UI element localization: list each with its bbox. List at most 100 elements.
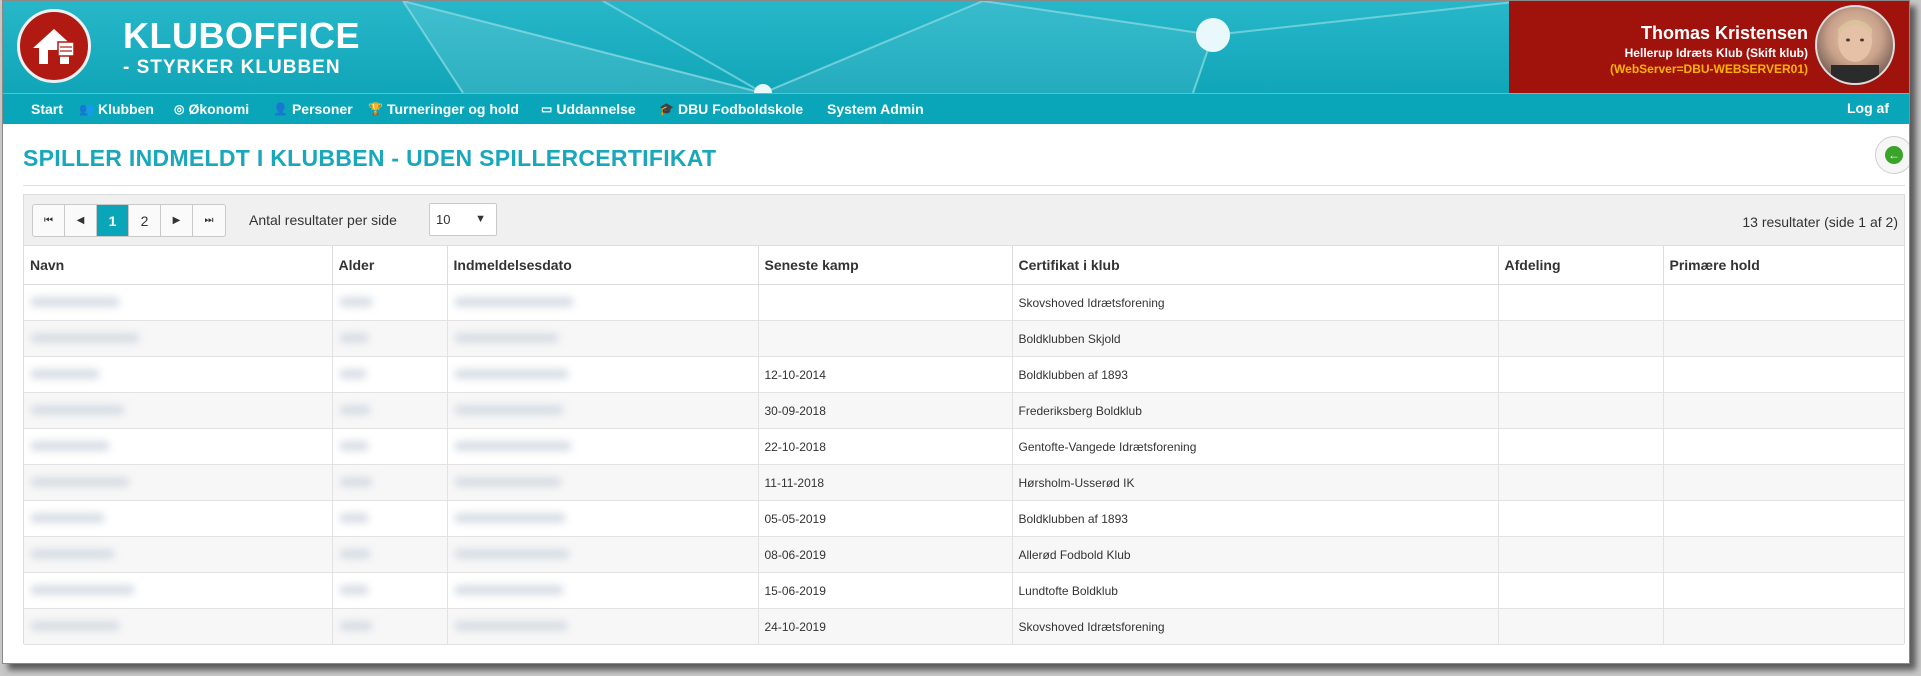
table-row[interactable]: 15-06-2019 Lundtofte Boldklub: [24, 572, 1904, 609]
cell-alder: [332, 500, 448, 537]
redacted-text: [30, 476, 130, 487]
cell-indmeldelsesdato: [447, 608, 759, 645]
redacted-text: [30, 512, 105, 523]
cell-alder: [332, 464, 448, 501]
cell-navn: [24, 284, 333, 321]
trophy-icon: 🏆: [368, 102, 383, 116]
nav-oekonomi[interactable]: ◎ Økonomi: [174, 101, 249, 117]
cell-alder: [332, 284, 448, 321]
redacted-text: [338, 584, 369, 595]
column-header-certifikat[interactable]: Certifikat i klub: [1012, 246, 1499, 285]
cell-alder: [332, 536, 448, 573]
cell-seneste-kamp: 11-11-2018: [758, 464, 1013, 501]
brand: KLUBOFFICE - STYRKER KLUBBEN: [123, 17, 360, 79]
cell-navn: [24, 608, 333, 645]
cell-alder: [332, 572, 448, 609]
cell-navn: [24, 356, 333, 393]
caret-down-icon: ▼: [475, 213, 486, 225]
page-button-2[interactable]: 2: [129, 205, 161, 236]
person-icon: 👤: [273, 102, 288, 116]
per-page-select[interactable]: 10 ▼: [429, 203, 497, 236]
logoff-link[interactable]: Log af: [1847, 100, 1889, 116]
table-row[interactable]: Boldklubben Skjold: [24, 320, 1904, 357]
home-logo-icon[interactable]: [17, 9, 91, 83]
cell-primaere-hold: [1663, 536, 1904, 573]
cell-primaere-hold: [1663, 320, 1904, 357]
cell-indmeldelsesdato: [447, 464, 759, 501]
cell-navn: [24, 320, 333, 357]
table-row[interactable]: 30-09-2018 Frederiksberg Boldklub: [24, 392, 1904, 429]
cell-primaere-hold: [1663, 428, 1904, 465]
cell-certifikat: Boldklubben Skjold: [1012, 320, 1499, 357]
nav-uddannelse-label: Uddannelse: [556, 101, 636, 117]
table-row[interactable]: 22-10-2018 Gentofte-Vangede Idrætsforenin…: [24, 428, 1904, 465]
cell-indmeldelsesdato: [447, 284, 759, 321]
nav-personer[interactable]: 👤 Personer: [273, 101, 353, 117]
first-page-button[interactable]: ⏮: [33, 205, 65, 236]
presentation-icon: ▭: [541, 102, 553, 116]
cell-primaere-hold: [1663, 572, 1904, 609]
table-row[interactable]: 24-10-2019 Skovshoved Idrætsforening: [24, 608, 1904, 645]
grid-toolbar: ⏮ ◀ 1 2 ▶ ⏭ Antal resultater per side 10…: [24, 195, 1904, 246]
redacted-text: [338, 476, 373, 487]
column-header-navn[interactable]: Navn: [24, 246, 333, 285]
back-button[interactable]: ←: [1875, 136, 1909, 174]
last-page-button[interactable]: ⏭: [193, 205, 225, 236]
cell-alder: [332, 320, 448, 357]
nav-start[interactable]: Start: [31, 101, 63, 117]
column-header-primaere-hold[interactable]: Primære hold: [1663, 246, 1904, 285]
cell-seneste-kamp: 05-05-2019: [758, 500, 1013, 537]
cell-indmeldelsesdato: [447, 572, 759, 609]
cell-certifikat: Hørsholm-Usserød IK: [1012, 464, 1499, 501]
page-button-1[interactable]: 1: [97, 205, 129, 236]
nav-turneringer[interactable]: 🏆 Turneringer og hold: [368, 101, 519, 117]
cell-navn: [24, 572, 333, 609]
header: KLUBOFFICE - STYRKER KLUBBEN Thomas Kris…: [3, 1, 1909, 93]
cell-navn: [24, 464, 333, 501]
column-header-indmeldelsesdato[interactable]: Indmeldelsesdato: [447, 246, 759, 285]
cell-afdeling: [1498, 608, 1664, 645]
prev-page-icon: ◀: [76, 215, 85, 226]
table-row[interactable]: 12-10-2014 Boldklubben af 1893: [24, 356, 1904, 393]
nav-system-admin[interactable]: System Admin: [827, 101, 924, 117]
redacted-text: [30, 548, 115, 559]
nav-dbu-fodboldskole[interactable]: 🎓 DBU Fodboldskole: [659, 101, 803, 117]
nav-klubben-label: Klubben: [97, 101, 154, 117]
column-header-afdeling[interactable]: Afdeling: [1498, 246, 1664, 285]
redacted-text: [338, 296, 373, 307]
server-info: (WebServer=DBU-WEBSERVER01): [1610, 62, 1808, 76]
cell-afdeling: [1498, 284, 1664, 321]
table-row[interactable]: Skovshoved Idrætsforening: [24, 284, 1904, 321]
cell-afdeling: [1498, 536, 1664, 573]
avatar[interactable]: [1815, 5, 1895, 85]
redacted-text: [453, 332, 559, 343]
redacted-text: [30, 584, 135, 595]
redacted-text: [30, 440, 110, 451]
per-page-label: Antal resultater per side: [249, 212, 397, 228]
column-header-alder[interactable]: Alder: [332, 246, 448, 285]
prev-page-button[interactable]: ◀: [65, 205, 97, 236]
last-page-icon: ⏭: [204, 215, 214, 226]
cell-navn: [24, 392, 333, 429]
redacted-text: [338, 404, 371, 415]
nav-turneringer-label: Turneringer og hold: [386, 101, 519, 117]
cell-primaere-hold: [1663, 284, 1904, 321]
redacted-text: [453, 440, 572, 451]
cell-afdeling: [1498, 320, 1664, 357]
nav-klubben[interactable]: 👥 Klubben: [79, 101, 154, 117]
table-row[interactable]: 05-05-2019 Boldklubben af 1893: [24, 500, 1904, 537]
redacted-text: [453, 296, 574, 307]
cell-indmeldelsesdato: [447, 428, 759, 465]
column-header-seneste-kamp[interactable]: Seneste kamp: [758, 246, 1013, 285]
next-page-button[interactable]: ▶: [161, 205, 193, 236]
redacted-text: [453, 476, 562, 487]
nav-uddannelse[interactable]: ▭ Uddannelse: [541, 101, 636, 117]
cell-certifikat: Allerød Fodbold Klub: [1012, 536, 1499, 573]
table-row[interactable]: 11-11-2018 Hørsholm-Usserød IK: [24, 464, 1904, 501]
switch-club-link[interactable]: Hellerup Idræts Klub (Skift klub): [1625, 46, 1808, 60]
cell-afdeling: [1498, 392, 1664, 429]
cell-navn: [24, 428, 333, 465]
table-row[interactable]: 08-06-2019 Allerød Fodbold Klub: [24, 536, 1904, 573]
redacted-text: [338, 368, 367, 379]
nav-system-admin-label: System Admin: [827, 101, 924, 117]
